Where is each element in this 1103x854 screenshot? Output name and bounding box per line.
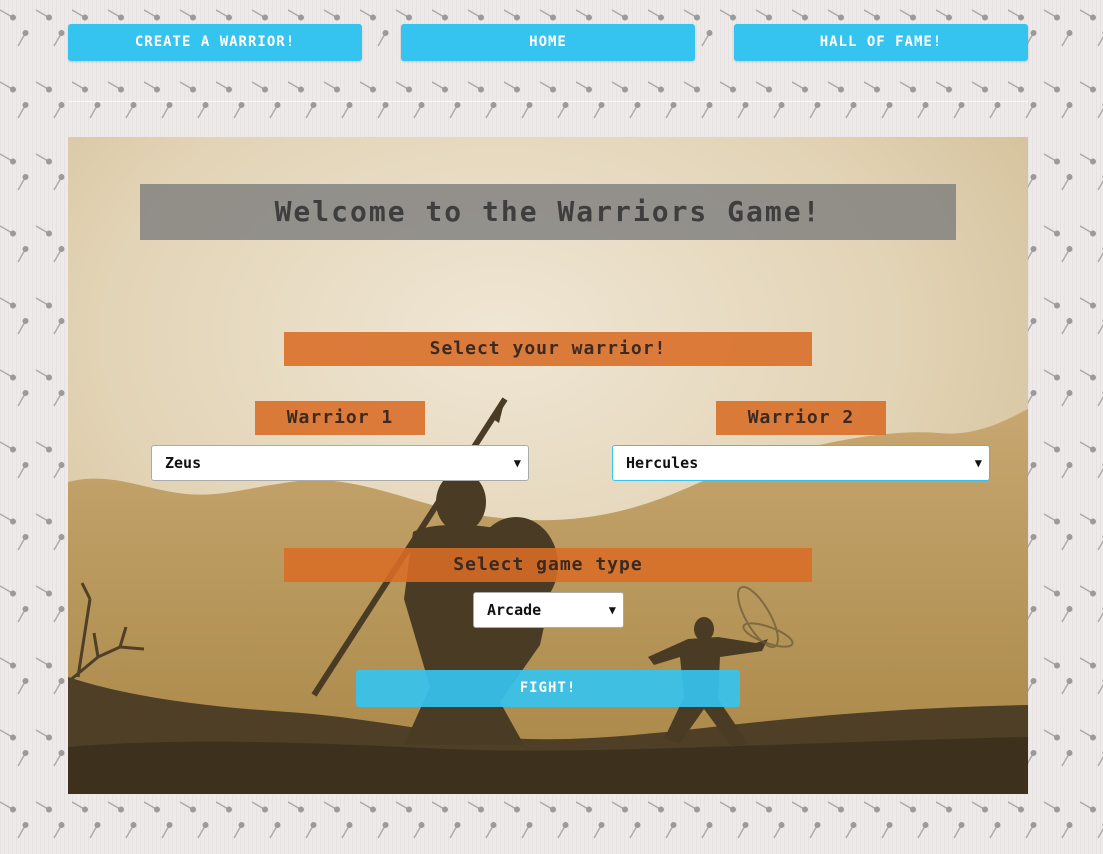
top-navigation: CREATE A WARRIOR! HOME HALL OF FAME! [0, 0, 1103, 100]
game-type-selected-value: Arcade [487, 601, 542, 619]
warrior-1-label: Warrior 1 [255, 401, 425, 435]
game-type-heading: Select game type [284, 548, 812, 582]
game-type-select[interactable]: Arcade ▼ [473, 592, 624, 628]
warrior-1-selected-value: Zeus [165, 454, 202, 472]
home-button[interactable]: HOME [401, 24, 695, 61]
game-panel: Welcome to the Warriors Game! Select you… [68, 137, 1028, 794]
page-title: Welcome to the Warriors Game! [140, 184, 956, 240]
warrior-2-select[interactable]: Hercules ▼ [612, 445, 990, 481]
warrior-2-selected-value: Hercules [626, 454, 699, 472]
create-warrior-button[interactable]: CREATE A WARRIOR! [68, 24, 362, 61]
warrior-2-label: Warrior 2 [716, 401, 886, 435]
nav-divider [68, 101, 1028, 102]
fight-button[interactable]: FIGHT! [356, 670, 740, 707]
chevron-down-icon: ▼ [974, 456, 982, 470]
chevron-down-icon: ▼ [513, 456, 521, 470]
select-warrior-heading: Select your warrior! [284, 332, 812, 366]
chevron-down-icon: ▼ [608, 603, 616, 617]
warrior-1-select[interactable]: Zeus ▼ [151, 445, 529, 481]
hall-of-fame-button[interactable]: HALL OF FAME! [734, 24, 1028, 61]
